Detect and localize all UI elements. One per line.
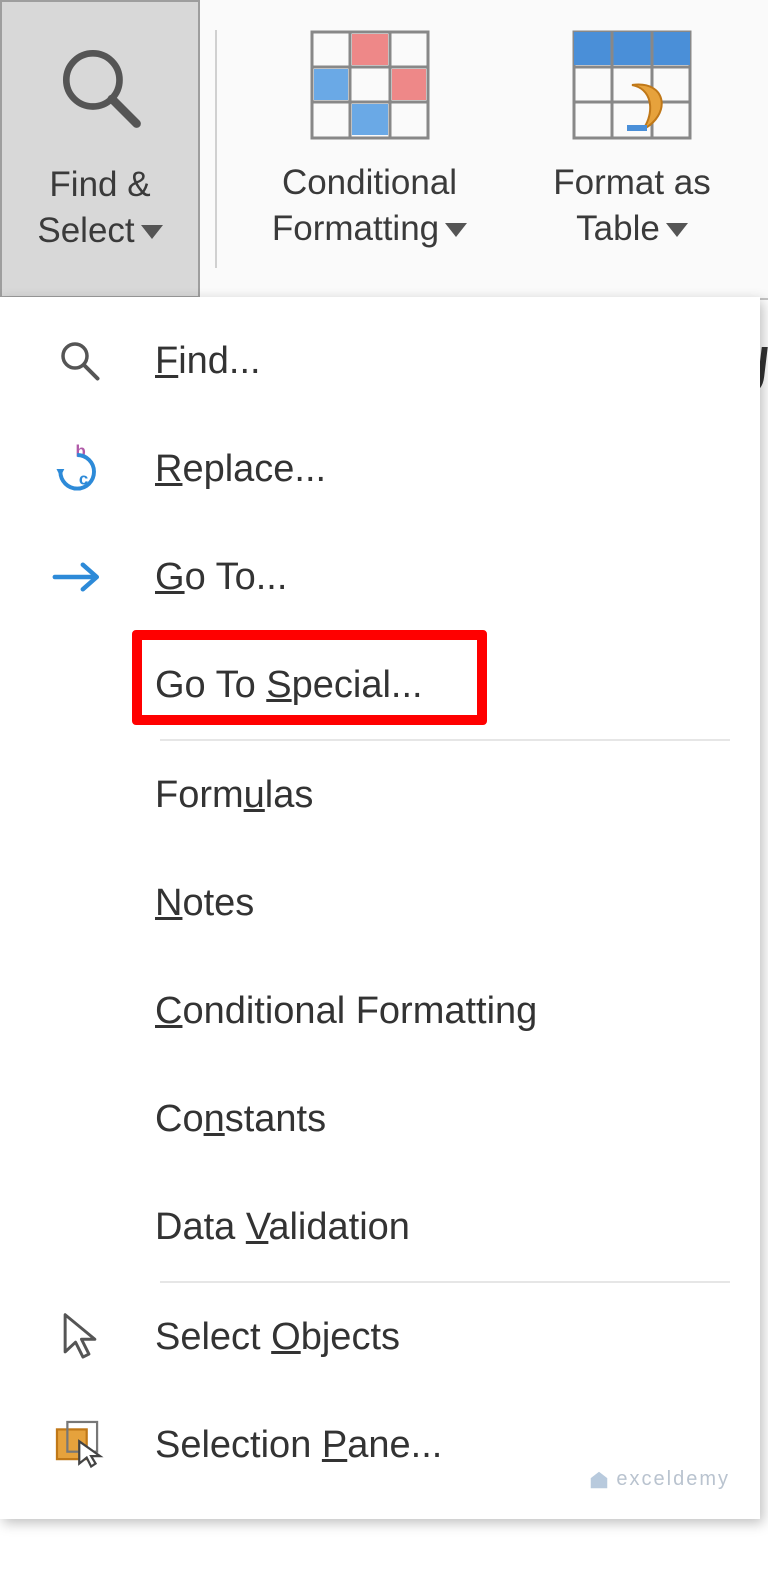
conditional-formatting-label-1: Conditional [282,163,457,202]
find-select-label-2: Select [37,211,134,250]
menu-goto[interactable]: Go To... [0,523,760,631]
format-as-table-label-1: Format as [553,163,711,202]
chevron-down-icon [141,225,163,239]
selection-pane-icon [40,1419,120,1471]
menu-replace-label: Replace... [120,448,326,491]
watermark: exceldemy [588,1468,730,1491]
menu-notes[interactable]: Notes [0,849,760,957]
menu-constants[interactable]: Constants [0,1065,760,1173]
format-as-table-label-2: Table [576,209,660,248]
menu-go-to-special[interactable]: Go To Special... [0,631,760,739]
search-icon [12,17,188,157]
menu-data-validation-label: Data Validation [120,1206,410,1249]
menu-data-validation[interactable]: Data Validation [0,1173,760,1281]
menu-find[interactable]: Find... [0,307,760,415]
menu-goto-label: Go To... [120,556,287,599]
format-as-table-button[interactable]: Format as Table [507,0,757,298]
conditional-formatting-button[interactable]: Conditional Formatting [232,0,507,298]
menu-formulas-label: Formulas [120,774,313,817]
arrow-right-icon [40,557,120,597]
cursor-icon [40,1311,120,1363]
menu-find-label: Find... [120,340,261,383]
chevron-down-icon [666,223,688,237]
conditional-formatting-label-2: Formatting [272,209,439,248]
menu-selection-pane-label: Selection Pane... [120,1424,442,1467]
menu-conditional-formatting[interactable]: Conditional Formatting [0,957,760,1065]
menu-select-objects[interactable]: Select Objects [0,1283,760,1391]
find-select-label-1: Find & [49,165,150,204]
separator [215,30,217,268]
conditional-formatting-icon [242,15,497,155]
chevron-down-icon [445,223,467,237]
format-as-table-icon [517,15,747,155]
menu-conditional-formatting-label: Conditional Formatting [120,990,537,1033]
menu-go-to-special-label: Go To Special... [120,664,423,707]
search-icon [40,336,120,386]
replace-icon: b c [40,441,120,497]
menu-constants-label: Constants [120,1098,326,1141]
menu-select-objects-label: Select Objects [120,1316,400,1359]
svg-text:c: c [79,470,88,489]
menu-formulas[interactable]: Formulas [0,741,760,849]
ribbon: Find & Select Conditional Formatting [0,0,768,300]
find-select-button[interactable]: Find & Select [0,0,200,298]
menu-replace[interactable]: b c Replace... [0,415,760,523]
menu-notes-label: Notes [120,882,254,925]
find-select-menu: Find... b c Replace... Go To... Go To Sp… [0,297,760,1519]
